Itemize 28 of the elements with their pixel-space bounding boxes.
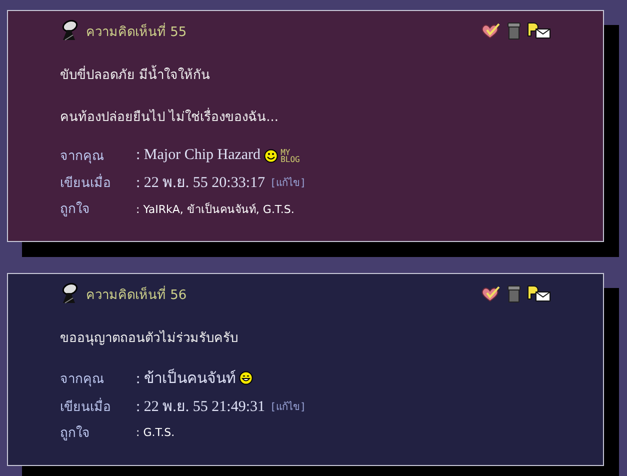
field-label: เขียนเมื่อ — [60, 172, 112, 192]
comment-title: ความคิดเห็นที่ 55 — [86, 22, 187, 42]
satellite-dish-icon — [60, 20, 78, 42]
field-label: ถูกใจ — [60, 424, 91, 443]
comment-text: คนท้องปล่อยยืนไป ไม่ใช่เรื่องของฉัน... — [60, 106, 551, 127]
comment-title: ความคิดเห็นที่ 56 — [86, 284, 187, 304]
mail-icon[interactable] — [527, 285, 551, 303]
field-label: ถูกใจ — [60, 200, 91, 219]
field-label: จากคุณ — [60, 148, 105, 166]
likes-list: : G.T.S. — [136, 426, 175, 439]
field-label: จากคุณ — [60, 370, 105, 388]
heart-check-icon[interactable] — [481, 285, 501, 303]
edit-link[interactable]: [แก้ไข] — [270, 398, 306, 414]
satellite-dish-icon — [60, 283, 78, 305]
comment-text: ขออนุญาตถอนตัวไม่ร่วมรับครับ — [60, 329, 239, 348]
comment-text: ขับขี่ปลอดภัย มีน้ำใจให้กัน — [60, 64, 551, 85]
edit-link[interactable]: [แก้ไข] — [270, 174, 306, 190]
trash-icon[interactable] — [507, 22, 521, 40]
likes-list: : YaIRkA, ข้าเป็นคนจันท์, G.T.S. — [136, 200, 294, 218]
blog-link[interactable]: MY BLOG — [280, 148, 300, 162]
mail-icon[interactable] — [527, 22, 551, 40]
heart-check-icon[interactable] — [481, 22, 501, 40]
post-date: : 22 พ.ย. 55 20:33:17 — [136, 174, 266, 193]
author-name[interactable]: : ข้าเป็นคนจันท์ — [136, 366, 236, 390]
trash-icon[interactable] — [507, 285, 521, 303]
author-name[interactable]: : Major Chip Hazard — [136, 147, 261, 164]
field-label: เขียนเมื่อ — [60, 396, 112, 416]
post-date: : 22 พ.ย. 55 21:49:31 — [136, 398, 266, 417]
